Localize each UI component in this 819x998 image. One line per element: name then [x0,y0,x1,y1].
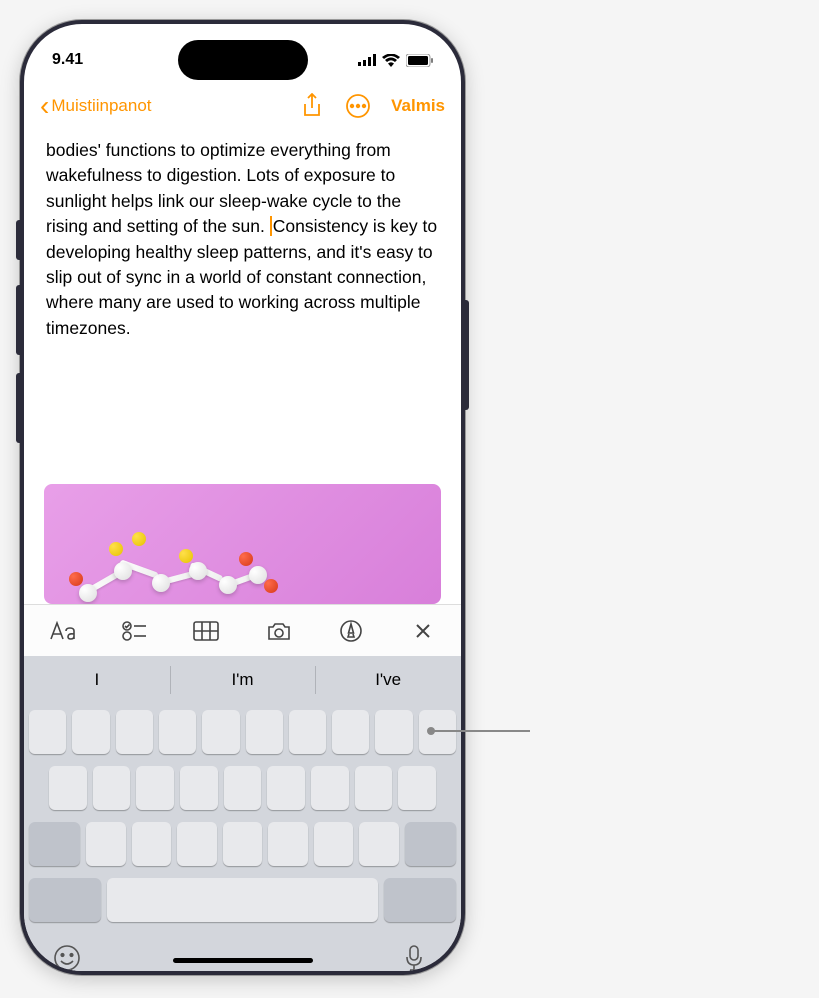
iphone-frame: 9.41 ‹ Muistiinpanot [20,20,465,975]
backspace-key[interactable] [405,822,456,866]
text-cursor [270,216,272,236]
keyboard-key[interactable] [332,710,369,754]
keyboard-key[interactable] [268,822,307,866]
nav-bar: ‹ Muistiinpanot Valmis [24,82,461,130]
table-button[interactable] [192,617,220,645]
keyboard-key[interactable] [246,710,283,754]
keyboard-key[interactable] [375,710,412,754]
keyboard-key[interactable] [311,766,349,810]
keyboard-key[interactable] [355,766,393,810]
keyboard-key[interactable] [224,766,262,810]
molecule-illustration [64,524,264,604]
keyboard-key[interactable] [180,766,218,810]
inline-image[interactable] [44,484,441,604]
back-label: Muistiinpanot [51,96,151,116]
done-button[interactable]: Valmis [391,96,445,116]
dynamic-island [178,40,308,80]
text-format-button[interactable] [48,617,76,645]
keyboard-key[interactable] [159,710,196,754]
markup-button[interactable] [337,617,365,645]
keyboard-key[interactable] [289,710,326,754]
note-body[interactable]: bodies' functions to optimize everything… [24,130,461,472]
keyboard-key[interactable] [267,766,305,810]
keyboard-key[interactable] [86,822,125,866]
keyboard-key[interactable] [177,822,216,866]
dictation-button[interactable] [404,944,432,971]
shift-key[interactable] [29,822,80,866]
keyboard-key[interactable] [419,710,456,754]
iphone-screen: 9.41 ‹ Muistiinpanot [24,24,461,971]
close-toolbar-button[interactable] [409,617,437,645]
keyboard-key[interactable] [202,710,239,754]
keyboard-key[interactable] [314,822,353,866]
keyboard-key[interactable] [72,710,109,754]
wifi-icon [382,54,400,67]
keyboard-key[interactable] [398,766,436,810]
return-key[interactable] [384,878,456,922]
keyboard-key[interactable] [116,710,153,754]
checklist-button[interactable] [120,617,148,645]
suggestion-1[interactable]: I [24,656,170,704]
numbers-key[interactable] [29,878,101,922]
camera-button[interactable] [265,617,293,645]
suggestion-3[interactable]: I've [315,656,461,704]
keyboard-key[interactable] [93,766,131,810]
keyboard-key[interactable] [49,766,87,810]
home-indicator[interactable] [173,958,313,963]
keyboard-key[interactable] [29,710,66,754]
space-key[interactable] [107,878,378,922]
format-toolbar [24,604,461,656]
keyboard-key[interactable] [223,822,262,866]
chevron-left-icon: ‹ [40,92,49,120]
callout-line [430,730,530,732]
keyboard[interactable] [24,704,461,971]
cellular-signal-icon [358,54,376,66]
more-button[interactable] [345,93,371,119]
emoji-button[interactable] [53,944,81,971]
suggestion-2[interactable]: I'm [170,656,316,704]
status-time: 9.41 [52,51,83,69]
keyboard-key[interactable] [132,822,171,866]
keyboard-key[interactable] [359,822,398,866]
keyboard-key[interactable] [136,766,174,810]
back-button[interactable]: ‹ Muistiinpanot [40,92,152,120]
battery-icon [406,54,433,67]
keyboard-suggestions: I I'm I've [24,656,461,704]
share-button[interactable] [299,93,325,119]
